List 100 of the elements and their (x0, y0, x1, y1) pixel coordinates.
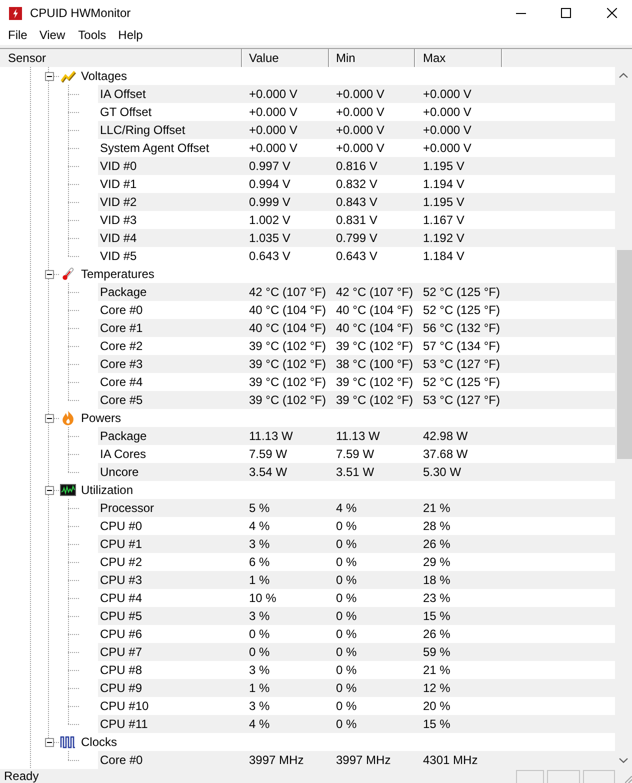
group-label[interactable]: Powers (81, 409, 122, 427)
sensor-name[interactable]: CPU #9 (100, 681, 142, 695)
max-value: 29 % (423, 555, 450, 569)
sensor-name[interactable]: CPU #4 (100, 591, 142, 605)
scrollbar-thumb[interactable] (617, 250, 632, 459)
menu-item[interactable]: File (2, 27, 34, 44)
minus-box-icon[interactable] (44, 270, 54, 278)
sensor-name[interactable]: IA Cores (100, 447, 146, 461)
max-value: 53 °C (127 °F) (423, 393, 500, 407)
sensor-name[interactable]: GT Offset (100, 105, 152, 119)
max-value: 1.167 V (423, 213, 464, 227)
column-header[interactable]: Sensor (8, 51, 46, 65)
maximize-icon[interactable] (561, 8, 571, 18)
current-value: 39 °C (102 °F) (249, 375, 326, 389)
current-value: 4 % (249, 519, 270, 533)
max-value: 37.68 W (423, 447, 468, 461)
sensor-name[interactable]: VID #3 (100, 213, 137, 227)
sensor-name[interactable]: CPU #0 (100, 519, 142, 533)
group-label[interactable]: Clocks (81, 733, 118, 751)
sensor-name[interactable]: CPU #8 (100, 663, 142, 677)
current-value: 39 °C (102 °F) (249, 357, 326, 371)
window-title: CPUID HWMonitor (30, 5, 131, 21)
sensor-name[interactable]: CPU #10 (100, 699, 149, 713)
thermometer-icon (60, 266, 76, 282)
current-value: 11.13 W (249, 429, 293, 443)
sensor-name[interactable]: IA Offset (100, 87, 146, 101)
max-value: 23 % (423, 591, 450, 605)
sensor-name[interactable]: Package (100, 285, 147, 299)
max-value: 4301 MHz (423, 753, 478, 767)
sensor-name[interactable]: VID #5 (100, 249, 137, 263)
sensor-name[interactable]: Uncore (100, 465, 139, 479)
sensor-name[interactable]: CPU #7 (100, 645, 142, 659)
sensor-name[interactable]: Core #3 (100, 357, 143, 371)
current-value: 1 % (249, 681, 270, 695)
close-icon[interactable] (607, 8, 617, 18)
column-header[interactable]: Value (249, 51, 279, 65)
sensor-name[interactable]: Core #0 (100, 303, 143, 317)
current-value: 10 % (249, 591, 276, 605)
current-value: 1.002 V (249, 213, 290, 227)
current-value: 0.643 V (249, 249, 290, 263)
sensor-name[interactable]: CPU #11 (100, 717, 148, 731)
min-value: 0 % (336, 663, 357, 677)
scroll-up-icon[interactable] (619, 73, 628, 78)
sensor-name[interactable]: System Agent Offset (100, 141, 210, 155)
menu-item[interactable]: View (33, 27, 72, 44)
group-label[interactable]: Utilization (81, 481, 134, 499)
min-value: 40 °C (104 °F) (336, 321, 413, 335)
scroll-down-icon[interactable] (619, 758, 628, 763)
minus-box-icon[interactable] (44, 738, 54, 746)
max-value: 57 °C (134 °F) (423, 339, 500, 353)
sensor-name[interactable]: CPU #3 (100, 573, 142, 587)
min-value: 11.13 W (336, 429, 380, 443)
sensor-name[interactable]: VID #1 (100, 177, 137, 191)
min-value: 0 % (336, 681, 357, 695)
max-value: 1.195 V (423, 159, 464, 173)
current-value: 39 °C (102 °F) (249, 393, 326, 407)
sensor-name[interactable]: CPU #2 (100, 555, 142, 569)
sensor-name[interactable]: VID #2 (100, 195, 137, 209)
sensor-name[interactable]: Package (100, 429, 147, 443)
max-value: 15 % (423, 717, 450, 731)
column-header[interactable]: Min (336, 51, 356, 65)
sensor-name[interactable]: Core #4 (100, 375, 143, 389)
min-value: 0 % (336, 609, 357, 623)
sensor-name[interactable]: VID #0 (100, 159, 137, 173)
flame-icon (60, 410, 76, 426)
sensor-name[interactable]: Processor (100, 501, 154, 515)
min-value: 39 °C (102 °F) (336, 375, 413, 389)
min-value: 0.816 V (336, 159, 378, 173)
max-value: +0.000 V (423, 87, 472, 101)
sensor-name[interactable]: CPU #1 (100, 537, 142, 551)
max-value: 15 % (423, 609, 450, 623)
current-value: 0.994 V (249, 177, 290, 191)
current-value: 6 % (249, 555, 270, 569)
min-value: 0.643 V (336, 249, 378, 263)
group-label[interactable]: Temperatures (81, 265, 154, 283)
minus-box-icon[interactable] (44, 72, 54, 80)
menu-item[interactable]: Help (112, 27, 149, 44)
resize-grip-icon[interactable] (625, 776, 632, 783)
group-label[interactable]: Voltages (81, 67, 128, 85)
max-value: 26 % (423, 537, 450, 551)
current-value: +0.000 V (249, 123, 298, 137)
current-value: 1.035 V (249, 231, 290, 245)
sensor-name[interactable]: CPU #6 (100, 627, 142, 641)
sensor-name[interactable]: Core #2 (100, 339, 143, 353)
minus-box-icon[interactable] (44, 414, 54, 422)
sensor-name[interactable]: VID #4 (100, 231, 137, 245)
max-value: 18 % (423, 573, 450, 587)
min-value: 42 °C (107 °F) (336, 285, 413, 299)
min-value: +0.000 V (336, 141, 384, 155)
minus-box-icon[interactable] (44, 486, 54, 494)
minimize-icon[interactable] (516, 12, 526, 14)
max-value: 56 °C (132 °F) (423, 321, 500, 335)
sensor-name[interactable]: CPU #5 (100, 609, 142, 623)
column-header[interactable]: Max (423, 51, 446, 65)
max-value: 21 % (423, 501, 450, 515)
sensor-name[interactable]: Core #5 (100, 393, 143, 407)
sensor-name[interactable]: Core #0 (100, 753, 143, 767)
sensor-name[interactable]: Core #1 (100, 321, 143, 335)
sensor-name[interactable]: LLC/Ring Offset (100, 123, 186, 137)
menu-item[interactable]: Tools (72, 27, 112, 44)
